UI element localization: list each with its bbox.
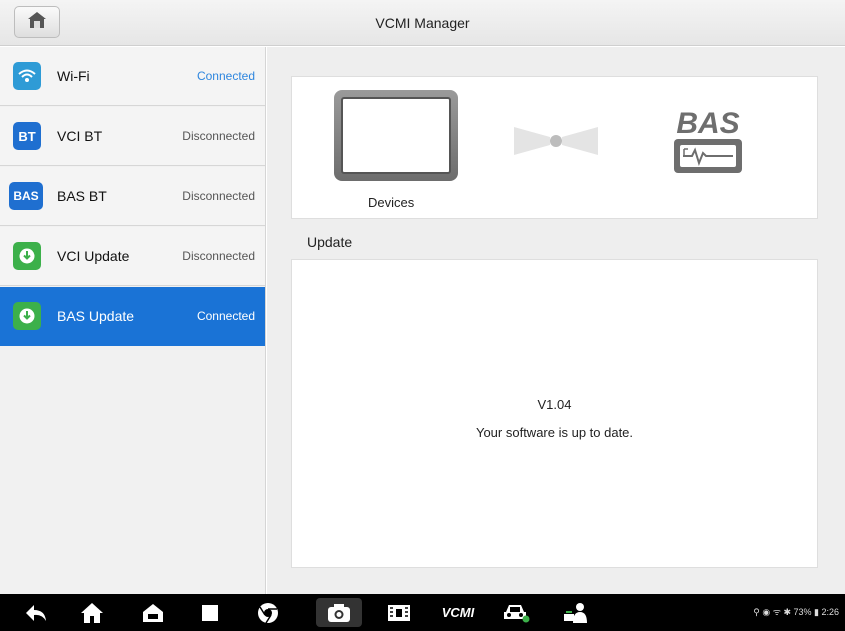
device-panel: Devices BAS [291,76,818,219]
chrome-icon [258,602,278,623]
connection-status: Connected [196,69,255,83]
vcmi-shortcut-button[interactable]: VCMI [436,598,480,627]
update-panel: V1.04 Your software is up to date. [291,259,818,568]
bas-logo-icon: BAS [668,103,748,177]
devices-label: Devices [368,195,415,210]
page-title: VCMI Manager [375,15,470,31]
vcmi-manager-window: VCMI Manager Wi-Fi Connected BT VCI BT D… [0,0,845,631]
bt-icon: BT [13,122,41,150]
download-icon [13,302,41,330]
sidebar-item-label: VCI Update [57,248,130,264]
download-icon [13,242,41,270]
home-icon [81,602,103,623]
square-icon [202,604,218,621]
remote-support-button[interactable] [560,598,592,627]
garage-home-icon [143,603,163,622]
sidebar-item-label: VCI BT [57,128,103,144]
main-panel: Devices BAS Update V1.04 Your software i… [267,47,845,594]
bottom-navigation-bar: VCMI ⚲ ◉ ᯤ ✱ 73% ▮ 2:26 [0,594,845,631]
browser-button[interactable] [252,598,284,627]
connection-status: Disconnected [182,129,255,143]
sidebar-item-label: BAS Update [57,308,135,324]
video-icon [388,604,410,621]
title-bar: VCMI Manager [0,0,845,46]
android-home-button[interactable] [76,598,108,627]
recent-apps-button[interactable] [194,598,226,627]
vehicle-shortcut-button[interactable] [500,598,532,627]
connection-status: Disconnected [182,189,255,203]
sidebar-item-bas-bt[interactable]: BAS BAS BT Disconnected [0,167,265,226]
vehicle-home-button[interactable] [137,598,169,627]
sidebar-item-vci-bt[interactable]: BT VCI BT Disconnected [0,107,265,166]
car-icon [504,604,530,622]
sidebar-item-bas-update[interactable]: BAS Update Connected [0,287,265,346]
connection-status: Connected [196,309,255,323]
back-arrow-icon [26,604,46,621]
system-status-bar: ⚲ ◉ ᯤ ✱ 73% ▮ 2:26 [753,607,839,617]
camera-icon [328,603,350,622]
firmware-version: V1.04 [537,397,572,412]
vcmi-icon: VCMI [441,605,475,620]
sidebar-item-wifi[interactable]: Wi-Fi Connected [0,47,265,106]
technician-icon [564,602,587,623]
screenshot-button[interactable] [316,598,362,627]
back-button[interactable] [20,598,52,627]
update-section-heading: Update [307,234,353,250]
sidebar-item-vci-update[interactable]: VCI Update Disconnected [0,227,265,286]
connection-signal-icon [512,121,600,166]
wifi-icon [13,62,41,90]
svg-text:BAS: BAS [676,107,739,140]
tablet-device-icon [334,90,458,181]
screen-record-button[interactable] [383,598,415,627]
sidebar: Wi-Fi Connected BT VCI BT Disconnected B… [0,47,266,594]
connection-status: Disconnected [182,249,255,263]
sidebar-item-label: Wi-Fi [57,68,90,84]
update-status-message: Your software is up to date. [475,425,634,440]
bas-icon: BAS [9,182,43,210]
sidebar-item-label: BAS BT [57,188,107,204]
